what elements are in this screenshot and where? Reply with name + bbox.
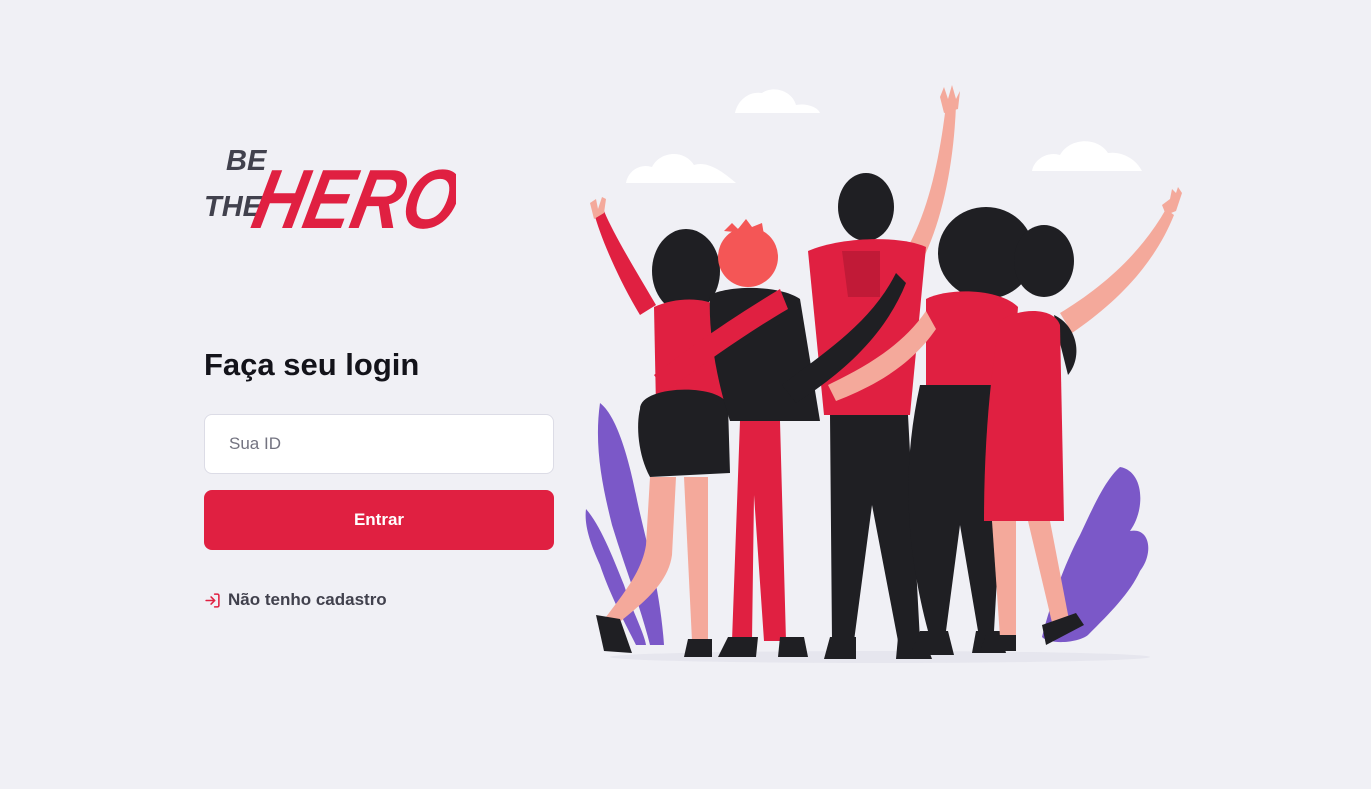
page-title: Faça seu login xyxy=(204,347,420,382)
people-hugging-image xyxy=(585,85,1182,663)
be-the-hero-logo: BE THE HERO xyxy=(204,130,456,242)
login-form-section: BE THE HERO Faça seu login Entrar Não te… xyxy=(204,130,554,610)
id-input[interactable] xyxy=(204,414,554,475)
register-link-label: Não tenho cadastro xyxy=(228,590,387,610)
login-page: BE THE HERO Faça seu login Entrar Não te… xyxy=(0,0,1371,789)
logo-line-hero: HERO xyxy=(245,152,456,242)
register-link[interactable]: Não tenho cadastro xyxy=(204,590,554,610)
login-button[interactable]: Entrar xyxy=(204,490,554,551)
logo-graphic: BE THE HERO xyxy=(204,145,456,242)
log-in-icon xyxy=(204,592,221,609)
heroes-group-illustration xyxy=(580,85,1185,665)
cloud-icon xyxy=(626,89,1142,183)
